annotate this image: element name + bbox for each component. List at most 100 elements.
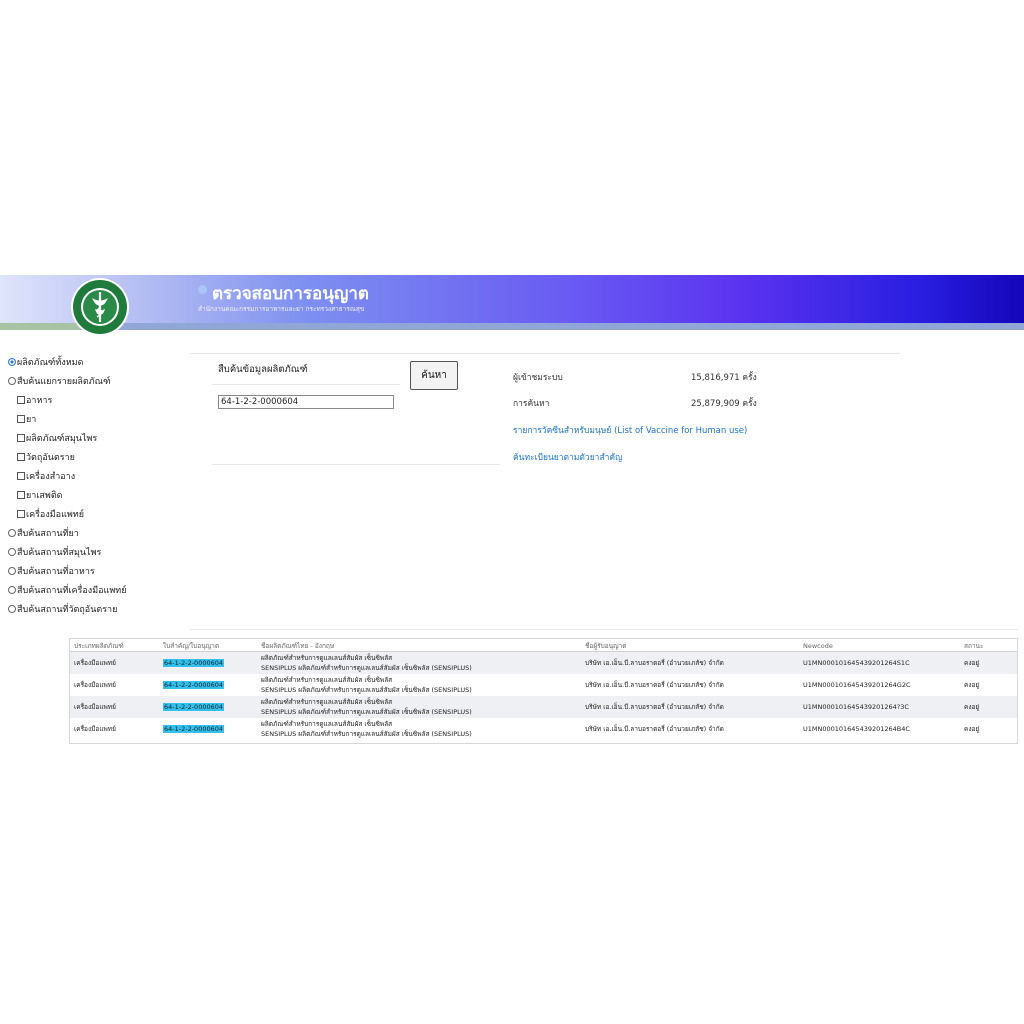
radio-icon[interactable] — [8, 548, 16, 556]
column-header-license[interactable]: ใบสำคัญ/ใบอนุญาต — [159, 640, 257, 652]
column-header-newcode[interactable]: Newcode — [799, 640, 960, 652]
table-row[interactable]: เครื่องมือแพทย์ 64-1-2-2-0000604 ผลิตภัณ… — [70, 674, 1017, 696]
checkbox-icon[interactable] — [17, 491, 25, 499]
column-header-holder[interactable]: ชื่อผู้รับอนุญาต — [581, 640, 799, 652]
radio-food-places[interactable]: สืบค้นสถานที่อาหาร — [8, 564, 95, 578]
checkbox-hazardous[interactable]: วัตถุอันตราย — [17, 450, 75, 464]
checkbox-label: อาหาร — [26, 396, 53, 406]
table-row[interactable]: เครื่องมือแพทย์ 64-1-2-2-0000604 ผลิตภัณ… — [70, 718, 1017, 740]
radio-label: สืบค้นสถานที่อาหาร — [17, 567, 95, 577]
search-label: สืบค้นข้อมูลผลิตภัณฑ์ — [218, 364, 308, 375]
product-name-eng: SENSIPLUS ผลิตภัณฑ์สำหรับการดูแลเลนส์สัม… — [261, 730, 472, 738]
visitors-value: 15,816,971 ครั้ง — [691, 373, 757, 383]
radio-drug-places[interactable]: สืบค้นสถานที่ยา — [8, 526, 79, 540]
table-row[interactable]: เครื่องมือแพทย์ 64-1-2-2-0000604 ผลิตภัณ… — [70, 651, 1017, 674]
radio-herbal-places[interactable]: สืบค้นสถานที่สมุนไพร — [8, 545, 101, 559]
product-name-eng: SENSIPLUS ผลิตภัณฑ์สำหรับการดูแลเลนส์สัม… — [261, 664, 472, 672]
product-name-thai: ผลิตภัณฑ์สำหรับการดูแลเลนส์สัมผัส เซ็นซิ… — [261, 698, 393, 706]
column-header-product-name[interactable]: ชื่อผลิตภัณฑ์ไทย - อังกฤษ — [257, 640, 581, 652]
checkbox-food[interactable]: อาหาร — [17, 393, 52, 407]
license-number[interactable]: 64-1-2-2-0000604 — [163, 725, 225, 733]
radio-by-product[interactable]: สืบค้นแยกรายผลิตภัณฑ์ — [8, 374, 110, 388]
radio-icon[interactable] — [8, 586, 16, 594]
cell-type: เครื่องมือแพทย์ — [70, 651, 159, 674]
drug-registry-link[interactable]: ค้นทะเบียนยาตามตัวยาสำคัญ — [513, 450, 622, 464]
checkbox-label: ผลิตภัณฑ์สมุนไพร — [26, 434, 98, 444]
ministry-logo[interactable] — [70, 277, 130, 337]
cell-newcode: U1MN000101645439201264S1C — [799, 651, 960, 674]
table-row[interactable]: เครื่องมือแพทย์ 64-1-2-2-0000604 ผลิตภัณ… — [70, 696, 1017, 718]
checkbox-drug[interactable]: ยา — [17, 412, 36, 426]
cell-status: คงอยู่ — [960, 718, 1017, 740]
cell-holder: บริษัท เอ.เอ็น.บี.ลาบอราตอรี่ (อำนวยเภสั… — [581, 718, 799, 740]
column-header-type[interactable]: ประเภทผลิตภัณฑ์ — [70, 640, 159, 652]
table-header-row: ประเภทผลิตภัณฑ์ ใบสำคัญ/ใบอนุญาต ชื่อผลิ… — [70, 640, 1017, 652]
license-number[interactable]: 64-1-2-2-0000604 — [163, 659, 225, 667]
checkbox-cosmetics[interactable]: เครื่องสำอาง — [17, 469, 75, 483]
checkbox-icon[interactable] — [17, 472, 25, 480]
header-stripe — [0, 323, 1024, 330]
license-number[interactable]: 64-1-2-2-0000604 — [163, 703, 225, 711]
column-header-status[interactable]: สถานะ — [960, 640, 1017, 652]
radio-icon[interactable] — [8, 377, 16, 385]
cell-product-name: ผลิตภัณฑ์สำหรับการดูแลเลนส์สัมผัส เซ็นซิ… — [257, 674, 581, 696]
results-table: ประเภทผลิตภัณฑ์ ใบสำคัญ/ใบอนุญาต ชื่อผลิ… — [70, 640, 1017, 740]
cell-product-name: ผลิตภัณฑ์สำหรับการดูแลเลนส์สัมผัส เซ็นซิ… — [257, 651, 581, 674]
checkbox-icon[interactable] — [17, 510, 25, 518]
radio-label: สืบค้นสถานที่เครื่องมือแพทย์ — [17, 586, 127, 596]
cell-license[interactable]: 64-1-2-2-0000604 — [159, 718, 257, 740]
cell-status: คงอยู่ — [960, 696, 1017, 718]
checkbox-icon[interactable] — [17, 434, 25, 442]
cell-product-name: ผลิตภัณฑ์สำหรับการดูแลเลนส์สัมผัส เซ็นซิ… — [257, 718, 581, 740]
searches-label: การค้นหา — [513, 399, 550, 409]
checkbox-label: ยา — [26, 415, 37, 425]
search-button[interactable]: ค้นหา — [410, 361, 458, 390]
cell-status: คงอยู่ — [960, 674, 1017, 696]
page-title: ตรวจสอบการอนุญาต — [212, 284, 369, 304]
checkbox-narcotics[interactable]: ยาเสพติด — [17, 488, 63, 502]
visitors-label: ผู้เข้าชมระบบ — [513, 373, 563, 383]
checkbox-icon[interactable] — [17, 415, 25, 423]
results-top-divider — [190, 629, 1018, 630]
radio-icon[interactable] — [8, 358, 16, 366]
cell-type: เครื่องมือแพทย์ — [70, 696, 159, 718]
radio-icon[interactable] — [8, 529, 16, 537]
cell-holder: บริษัท เอ.เอ็น.บี.ลาบอราตอรี่ (อำนวยเภสั… — [581, 674, 799, 696]
radio-label: สืบค้นสถานที่วัตถุอันตราย — [17, 605, 118, 615]
checkbox-icon[interactable] — [17, 396, 25, 404]
radio-medical-device-places[interactable]: สืบค้นสถานที่เครื่องมือแพทย์ — [8, 583, 126, 597]
radio-hazardous-places[interactable]: สืบค้นสถานที่วัตถุอันตราย — [8, 602, 117, 616]
cell-product-name: ผลิตภัณฑ์สำหรับการดูแลเลนส์สัมผัส เซ็นซิ… — [257, 696, 581, 718]
search-panel-bottom-divider — [212, 464, 500, 465]
cell-license[interactable]: 64-1-2-2-0000604 — [159, 651, 257, 674]
cell-holder: บริษัท เอ.เอ็น.บี.ลาบอราตอรี่ (อำนวยเภสั… — [581, 696, 799, 718]
radio-label: ผลิตภัณฑ์ทั้งหมด — [17, 358, 84, 368]
checkbox-label: เครื่องสำอาง — [26, 472, 76, 482]
radio-label: สืบค้นแยกรายผลิตภัณฑ์ — [17, 377, 111, 387]
cell-type: เครื่องมือแพทย์ — [70, 674, 159, 696]
title-bullet — [198, 285, 207, 294]
cell-license[interactable]: 64-1-2-2-0000604 — [159, 674, 257, 696]
panel-top-divider — [190, 353, 900, 354]
cell-holder: บริษัท เอ.เอ็น.บี.ลาบอราตอรี่ (อำนวยเภสั… — [581, 651, 799, 674]
vaccine-list-link[interactable]: รายการวัคซีนสำหรับมนุษย์ (List of Vaccin… — [513, 423, 747, 437]
checkbox-label: ยาเสพติด — [26, 491, 63, 501]
product-name-thai: ผลิตภัณฑ์สำหรับการดูแลเลนส์สัมผัส เซ็นซิ… — [261, 720, 393, 728]
radio-label: สืบค้นสถานที่สมุนไพร — [17, 548, 102, 558]
product-name-thai: ผลิตภัณฑ์สำหรับการดูแลเลนส์สัมผัส เซ็นซิ… — [261, 654, 393, 662]
license-number[interactable]: 64-1-2-2-0000604 — [163, 681, 225, 689]
cell-newcode: U1MN000101645439201264G2C — [799, 674, 960, 696]
checkbox-label: วัตถุอันตราย — [26, 453, 75, 463]
cell-license[interactable]: 64-1-2-2-0000604 — [159, 696, 257, 718]
product-name-eng: SENSIPLUS ผลิตภัณฑ์สำหรับการดูแลเลนส์สัม… — [261, 686, 472, 694]
cell-newcode: U1MN000101645439201264B4C — [799, 718, 960, 740]
checkbox-medical-device[interactable]: เครื่องมือแพทย์ — [17, 507, 84, 521]
radio-icon[interactable] — [8, 567, 16, 575]
checkbox-herbal[interactable]: ผลิตภัณฑ์สมุนไพร — [17, 431, 97, 445]
header-banner — [0, 275, 1024, 323]
checkbox-icon[interactable] — [17, 453, 25, 461]
radio-all-products[interactable]: ผลิตภัณฑ์ทั้งหมด — [8, 355, 83, 369]
cell-type: เครื่องมือแพทย์ — [70, 718, 159, 740]
search-input[interactable] — [218, 395, 394, 409]
radio-icon[interactable] — [8, 605, 16, 613]
